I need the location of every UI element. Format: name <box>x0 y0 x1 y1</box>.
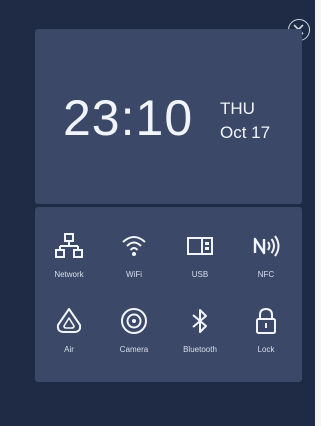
clock-day: THU <box>220 99 255 118</box>
usb-icon <box>187 237 213 255</box>
tile-bluetooth[interactable]: Bluetooth <box>172 307 228 367</box>
bluetooth-icon <box>192 309 207 333</box>
network-icon <box>55 233 83 258</box>
tile-nfc[interactable]: NFC <box>238 232 294 292</box>
quick-toggle-panel: Network WiFi USB NFC Air Camera Bluetoot… <box>35 207 302 382</box>
tile-air[interactable]: Air <box>41 307 97 367</box>
tile-label: Camera <box>119 345 149 354</box>
clock-date: Oct 17 <box>220 123 271 142</box>
tile-camera[interactable]: Camera <box>106 307 162 367</box>
tile-label: USB <box>191 270 209 279</box>
tile-label: Bluetooth <box>183 345 217 354</box>
clock-panel: 23:10 THU Oct 17 <box>35 29 302 204</box>
screen-edge <box>315 0 321 426</box>
tile-label: Air <box>64 345 74 354</box>
camera-icon <box>121 308 147 334</box>
tile-wifi[interactable]: WiFi <box>106 232 162 292</box>
clock-time: 23:10 <box>63 90 194 146</box>
tile-usb[interactable]: USB <box>172 232 228 292</box>
nfc-icon <box>253 235 280 257</box>
air-icon <box>56 308 82 333</box>
quick-settings-screen: 23:10 THU Oct 17 Network WiFi USB NFC Ai… <box>0 0 321 426</box>
tile-network[interactable]: Network <box>41 232 97 292</box>
tile-label: NFC <box>257 270 275 279</box>
tile-lock[interactable]: Lock <box>238 307 294 367</box>
tile-label: WiFi <box>126 270 142 279</box>
tile-label: Network <box>54 270 84 279</box>
lock-icon <box>256 307 276 334</box>
tile-label: Lock <box>257 345 275 354</box>
wifi-icon <box>122 236 146 256</box>
